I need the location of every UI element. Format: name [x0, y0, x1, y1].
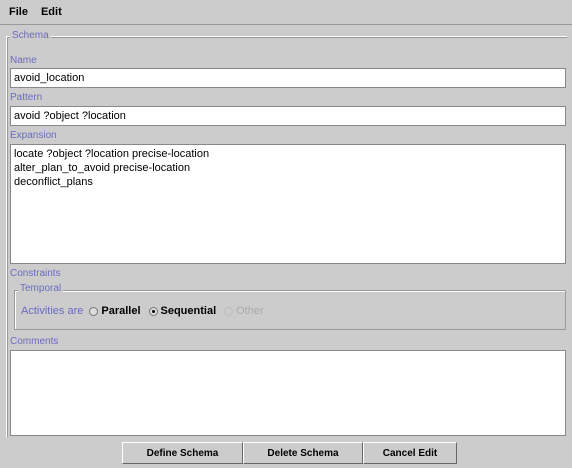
temporal-group: Activities are Parallel Sequential Other — [14, 290, 566, 330]
parallel-radio[interactable] — [89, 306, 99, 316]
pattern-field[interactable]: avoid ?object ?location — [10, 106, 566, 126]
button-bar: Define Schema Delete Schema Cancel Edit — [122, 442, 457, 464]
menu-file[interactable]: File — [0, 6, 34, 18]
expansion-label: Expansion — [10, 130, 57, 141]
expansion-line: locate ?object ?location precise-locatio… — [14, 148, 210, 160]
expansion-line: alter_plan_to_avoid precise-location — [14, 162, 191, 174]
expansion-line: deconflict_plans — [14, 176, 93, 188]
comments-label: Comments — [10, 336, 59, 347]
name-label: Name — [10, 55, 37, 66]
schema-legend: Schema — [10, 30, 51, 42]
delete-schema-button[interactable]: Delete Schema — [243, 442, 363, 464]
other-radio — [224, 306, 234, 316]
cancel-edit-button[interactable]: Cancel Edit — [363, 442, 457, 464]
menu-edit[interactable]: Edit — [34, 6, 68, 18]
sequential-label[interactable]: Sequential — [161, 305, 217, 317]
sequential-radio[interactable] — [148, 306, 158, 316]
name-field[interactable]: avoid_location — [10, 68, 566, 88]
menu-bar: File Edit — [0, 0, 572, 25]
define-schema-button[interactable]: Define Schema — [122, 442, 243, 464]
temporal-legend: Temporal — [18, 283, 64, 295]
expansion-textarea[interactable]: locate ?object ?location precise-locatio… — [10, 144, 566, 264]
comments-textarea[interactable] — [10, 350, 566, 436]
activities-label: Activities are — [21, 305, 84, 317]
other-label: Other — [236, 305, 264, 317]
activities-radio-row: Activities are Parallel Sequential Other — [21, 305, 272, 317]
pattern-label: Pattern — [10, 92, 43, 103]
constraints-label: Constraints — [10, 268, 61, 279]
parallel-label[interactable]: Parallel — [101, 305, 140, 317]
